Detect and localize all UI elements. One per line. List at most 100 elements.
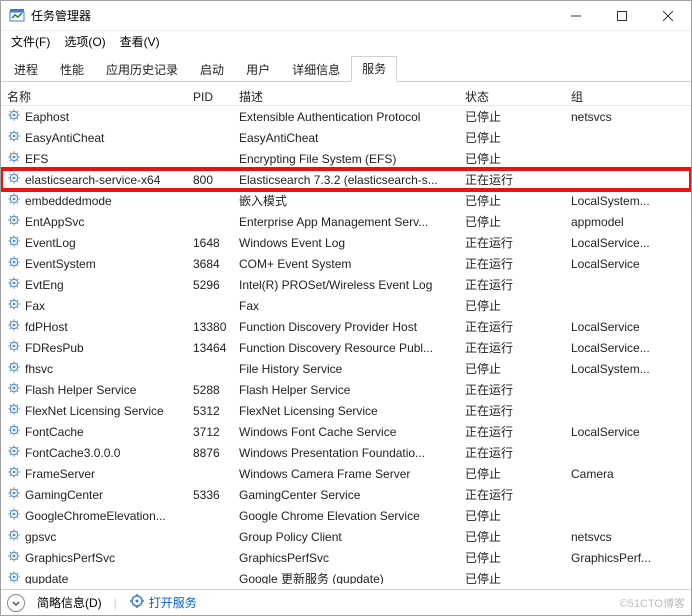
gear-icon [7, 192, 21, 209]
cell-status: 已停止 [459, 360, 565, 377]
cell-desc: 嵌入模式 [233, 192, 459, 209]
cell-status: 正在运行 [459, 381, 565, 398]
service-name: FlexNet Licensing Service [25, 404, 164, 418]
cell-desc: Function Discovery Resource Publ... [233, 341, 459, 355]
cell-pid: 5296 [187, 278, 233, 292]
fewer-details-label: 简略信息(D) [37, 594, 102, 611]
service-row[interactable]: EvtEng5296Intel(R) PROSet/Wireless Event… [1, 274, 691, 295]
maximize-button[interactable] [599, 1, 645, 31]
cell-status: 已停止 [459, 507, 565, 524]
cell-pid: 13380 [187, 320, 233, 334]
cell-pid: 8876 [187, 446, 233, 460]
service-row[interactable]: EntAppSvcEnterprise App Management Serv.… [1, 211, 691, 232]
tab-details[interactable]: 详细信息 [281, 57, 351, 82]
cell-status: 正在运行 [459, 234, 565, 251]
service-row[interactable]: FaxFax已停止 [1, 295, 691, 316]
open-services-link[interactable]: 打开服务 [129, 593, 197, 612]
service-row[interactable]: FrameServer Windows Camera Frame Server已停… [1, 463, 691, 484]
col-header-status[interactable]: 状态 [459, 88, 565, 105]
cell-pid: 1648 [187, 236, 233, 250]
service-row[interactable]: Flash Helper Service5288Flash Helper Ser… [1, 379, 691, 400]
service-row[interactable]: FontCache3.0.0.08876Windows Presentation… [1, 442, 691, 463]
service-row[interactable]: elasticsearch-service-x64800Elasticsearc… [1, 169, 691, 190]
service-row[interactable]: GraphicsPerfSvcGraphicsPerfSvc已停止Graphic… [1, 547, 691, 568]
cell-status: 已停止 [459, 570, 565, 584]
tab-users[interactable]: 用户 [235, 57, 281, 82]
cell-status: 已停止 [459, 150, 565, 167]
service-row[interactable]: EventLog1648Windows Event Log正在运行LocalSe… [1, 232, 691, 253]
gear-icon [7, 507, 21, 524]
service-name: EventSystem [25, 257, 96, 271]
cell-name: gpsvc [1, 528, 187, 545]
tab-performance[interactable]: 性能 [49, 57, 95, 82]
cell-desc: FlexNet Licensing Service [233, 404, 459, 418]
gear-icon [7, 297, 21, 314]
col-header-group[interactable]: 组 [565, 88, 669, 105]
cell-name: FontCache3.0.0.0 [1, 444, 187, 461]
cell-name: EntAppSvc [1, 213, 187, 230]
service-name: gupdate [25, 572, 68, 585]
cell-desc: Flash Helper Service [233, 383, 459, 397]
cell-desc: Google 更新服务 (gupdate) [233, 570, 459, 584]
cell-status: 已停止 [459, 465, 565, 482]
menubar: 文件(F) 选项(O) 查看(V) [1, 31, 691, 51]
menu-view[interactable]: 查看(V) [114, 32, 166, 51]
service-row[interactable]: EasyAntiCheatEasyAntiCheat已停止 [1, 127, 691, 148]
fewer-details-toggle[interactable] [7, 594, 25, 612]
minimize-button[interactable] [553, 1, 599, 31]
cell-desc: Windows Font Cache Service [233, 425, 459, 439]
close-button[interactable] [645, 1, 691, 31]
service-name: EasyAntiCheat [25, 131, 104, 145]
service-name: elasticsearch-service-x64 [25, 173, 160, 187]
menu-options[interactable]: 选项(O) [58, 32, 111, 51]
service-row[interactable]: FontCache3712Windows Font Cache Service正… [1, 421, 691, 442]
col-header-pid[interactable]: PID [187, 90, 233, 104]
service-name: EvtEng [25, 278, 64, 292]
cell-status: 正在运行 [459, 339, 565, 356]
service-row[interactable]: EaphostExtensible Authentication Protoco… [1, 106, 691, 127]
cell-status: 正在运行 [459, 318, 565, 335]
service-row[interactable]: fdPHost13380Function Discovery Provider … [1, 316, 691, 337]
gear-icon [7, 402, 21, 419]
cell-name: gupdate [1, 570, 187, 584]
cell-desc: Windows Event Log [233, 236, 459, 250]
cell-desc: Function Discovery Provider Host [233, 320, 459, 334]
gear-icon [7, 549, 21, 566]
gear-icon [7, 444, 21, 461]
tab-processes[interactable]: 进程 [3, 57, 49, 82]
cell-name: EasyAntiCheat [1, 129, 187, 146]
cell-desc: Windows Camera Frame Server [233, 467, 459, 481]
service-row[interactable]: FlexNet Licensing Service5312FlexNet Lic… [1, 400, 691, 421]
app-icon [9, 8, 25, 24]
cell-desc: Fax [233, 299, 459, 313]
service-row[interactable]: FDResPub13464Function Discovery Resource… [1, 337, 691, 358]
col-header-name[interactable]: 名称 [1, 88, 187, 105]
service-row[interactable]: GoogleChromeElevation...Google Chrome El… [1, 505, 691, 526]
service-table[interactable]: EaphostExtensible Authentication Protoco… [1, 106, 691, 584]
service-row[interactable]: embeddedmode嵌入模式已停止LocalSystem... [1, 190, 691, 211]
gear-icon [7, 381, 21, 398]
cell-group: GraphicsPerf... [565, 551, 669, 565]
service-row[interactable]: gupdate Google 更新服务 (gupdate)已停止 [1, 568, 691, 584]
cell-name: FontCache [1, 423, 187, 440]
menu-file[interactable]: 文件(F) [5, 32, 56, 51]
service-name: fhsvc [25, 362, 53, 376]
service-row[interactable]: gpsvcGroup Policy Client已停止netsvcs [1, 526, 691, 547]
cell-name: GoogleChromeElevation... [1, 507, 187, 524]
gear-icon [7, 276, 21, 293]
cell-status: 正在运行 [459, 276, 565, 293]
cell-group: LocalService [565, 320, 669, 334]
tab-apphistory[interactable]: 应用历史记录 [95, 57, 189, 82]
cell-name: Eaphost [1, 108, 187, 125]
service-row[interactable]: EFSEncrypting File System (EFS)已停止 [1, 148, 691, 169]
tab-services[interactable]: 服务 [351, 56, 397, 82]
service-row[interactable]: fhsvcFile History Service已停止LocalSystem.… [1, 358, 691, 379]
service-row[interactable]: EventSystem3684COM+ Event System正在运行Loca… [1, 253, 691, 274]
gear-icon [7, 360, 21, 377]
col-header-desc[interactable]: 描述 [233, 88, 459, 105]
cell-name: FrameServer [1, 465, 187, 482]
open-services-label: 打开服务 [149, 594, 197, 611]
tab-startup[interactable]: 启动 [189, 57, 235, 82]
service-name: EntAppSvc [25, 215, 84, 229]
service-row[interactable]: GamingCenter5336GamingCenter Service正在运行 [1, 484, 691, 505]
